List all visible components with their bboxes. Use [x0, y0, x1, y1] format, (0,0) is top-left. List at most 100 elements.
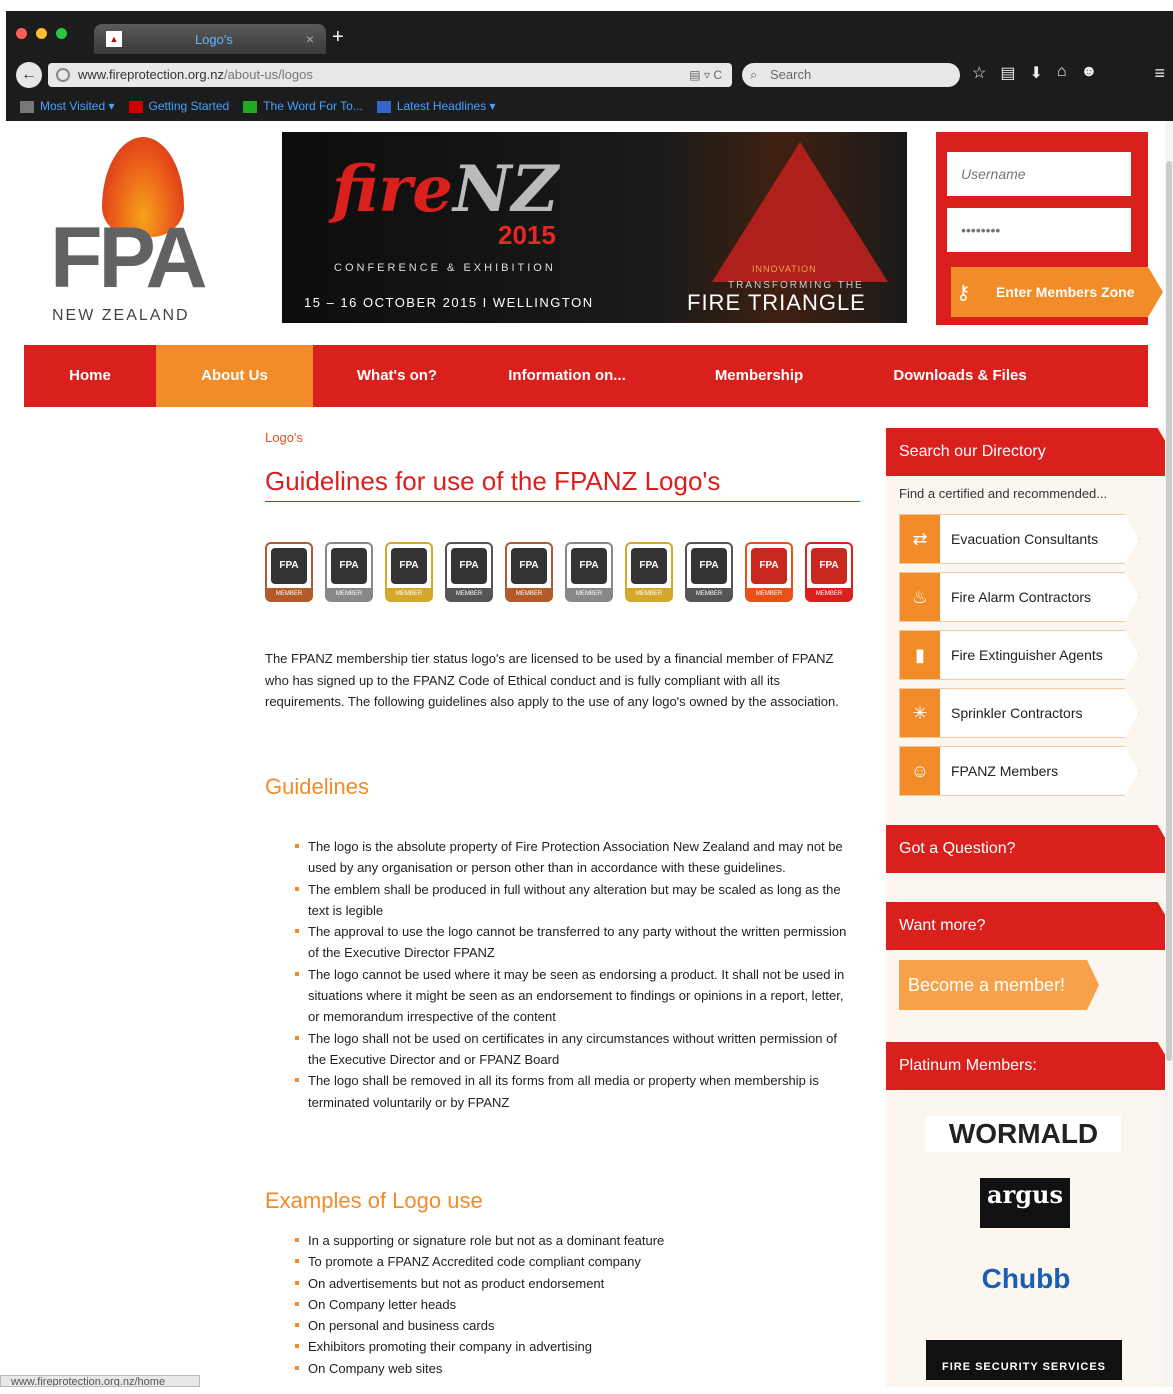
badge-label: MEMBER — [627, 588, 671, 600]
nav-membership[interactable]: Membership — [653, 345, 865, 407]
page-title: Guidelines for use of the FPANZ Logo's — [265, 466, 860, 502]
bookmark-item[interactable]: The Word For To... — [243, 99, 363, 113]
tab-title: Logo's — [194, 31, 233, 47]
guidelines-list: The logo is the absolute property of Fir… — [293, 836, 858, 1113]
list-item: The logo is the absolute property of Fir… — [293, 836, 858, 879]
become-member-button[interactable]: Become a member! — [899, 960, 1099, 1010]
password-input[interactable] — [947, 208, 1131, 252]
login-box: Enter Members Zone ⚷ — [936, 132, 1163, 325]
fpa-logo[interactable]: FPA NEW ZEALAND — [50, 137, 210, 324]
member-badge: FPA MEMBER — [625, 542, 673, 602]
search-directory-heading: Search our Directory — [886, 428, 1166, 476]
browser-search-input[interactable]: ⌕ Search — [742, 63, 960, 87]
chubb-logo[interactable]: Chubb — [976, 1264, 1076, 1304]
back-button[interactable]: ← — [16, 62, 42, 88]
banner-fire-text: fireNZ — [332, 152, 559, 227]
rss-icon — [376, 100, 391, 113]
search-icon: ⌕ — [750, 67, 758, 82]
badge-logo: FPA — [511, 548, 547, 584]
directory-fire-alarm[interactable]: ♨ Fire Alarm Contractors — [899, 572, 1139, 622]
tab-bar: ▲ Logo's × + — [6, 11, 1173, 54]
banner-date: 15 – 16 OCTOBER 2015 I WELLINGTON — [304, 295, 594, 310]
bookmark-page-icon — [243, 100, 258, 113]
directory-sprinkler[interactable]: ✳ Sprinkler Contractors — [899, 688, 1139, 738]
list-item: On Company web sites — [293, 1358, 858, 1379]
chat-icon[interactable]: ☻ — [1081, 63, 1098, 83]
browser-tab[interactable]: ▲ Logo's × — [94, 24, 326, 54]
list-item: The logo shall not be used on certificat… — [293, 1028, 858, 1071]
member-badge: FPA MEMBER — [445, 542, 493, 602]
badge-logo: FPA — [451, 548, 487, 584]
firefox-icon — [128, 100, 143, 113]
enter-members-zone-button[interactable]: Enter Members Zone — [951, 267, 1163, 317]
directory-members[interactable]: ☺ FPANZ Members — [899, 746, 1139, 796]
bookmark-folder-icon — [20, 100, 34, 113]
directory-label: Fire Extinguisher Agents — [951, 647, 1103, 663]
list-item: The logo shall be removed in all its for… — [293, 1070, 858, 1113]
bookmarks-list-icon[interactable]: ▤ — [1000, 63, 1015, 83]
badge-logo: FPA — [331, 548, 367, 584]
menu-icon[interactable]: ≡ — [1154, 63, 1165, 84]
banner-year: 2015 — [498, 220, 556, 250]
bookmark-star-icon[interactable]: ☆ — [972, 63, 986, 83]
member-badge: FPA MEMBER — [505, 542, 553, 602]
browser-toolbar: ← www.fireprotection.org.nz/about-us/log… — [6, 59, 1173, 89]
find-text: Find a certified and recommended... — [899, 486, 1108, 501]
site-header: FPA NEW ZEALAND fireNZ 2015 CONFERENCE &… — [6, 121, 1173, 345]
directory-label: Evacuation Consultants — [951, 531, 1099, 547]
got-a-question-heading[interactable]: Got a Question? — [886, 825, 1166, 873]
argus-logo[interactable]: argus — [980, 1178, 1070, 1228]
page-scrollbar[interactable] — [1165, 121, 1173, 1387]
browser-chrome: ▲ Logo's × + ← www.fireprotection.org.nz… — [6, 11, 1173, 121]
list-item: On personal and business cards — [293, 1315, 858, 1336]
url-domain: www.fireprotection.org.nz — [78, 67, 224, 82]
member-badge: FPA MEMBER — [745, 542, 793, 602]
badge-label: MEMBER — [507, 588, 551, 600]
nav-home[interactable]: Home — [24, 345, 156, 407]
bookmark-item[interactable]: Getting Started — [128, 99, 229, 113]
guidelines-heading: Guidelines — [265, 774, 369, 799]
badge-row: FPA MEMBER FPA MEMBER FPA MEMBER FPA MEMBER … — [265, 542, 853, 602]
main-nav: Home About Us What's on? Information on.… — [24, 345, 1148, 407]
close-window-button[interactable] — [16, 28, 27, 39]
reload-icon[interactable]: ▤ ▿ C — [689, 63, 722, 87]
platinum-members-heading: Platinum Members: — [886, 1042, 1166, 1090]
badge-label: MEMBER — [807, 588, 851, 600]
badge-label: MEMBER — [567, 588, 611, 600]
main-content: Logo's Guidelines for use of the FPANZ L… — [265, 430, 865, 1376]
badge-label: MEMBER — [447, 588, 491, 600]
url-bar[interactable]: www.fireprotection.org.nz/about-us/logos… — [48, 63, 732, 87]
window-controls[interactable] — [16, 28, 67, 39]
download-icon[interactable]: ⬇ — [1029, 63, 1042, 83]
list-item: The emblem shall be produced in full wit… — [293, 879, 858, 922]
nav-about-us[interactable]: About Us — [156, 345, 313, 407]
badge-logo: FPA — [811, 548, 847, 584]
nav-whats-on[interactable]: What's on? — [313, 345, 481, 407]
scrollbar-thumb[interactable] — [1166, 161, 1172, 1061]
bookmark-item[interactable]: Latest Headlines ▾ — [376, 99, 496, 113]
directory-label: Fire Alarm Contractors — [951, 589, 1092, 605]
zoom-window-button[interactable] — [56, 28, 67, 39]
search-placeholder: Search — [770, 67, 812, 82]
close-tab-icon[interactable]: × — [306, 31, 314, 47]
fire-security-services-logo[interactable]: FIRE SECURITY SERVICES — [926, 1340, 1122, 1380]
evacuation-arrows-icon: ⇄ — [900, 515, 940, 563]
intro-paragraph: The FPANZ membership tier status logo's … — [265, 651, 839, 709]
examples-list: In a supporting or signature role but no… — [293, 1230, 858, 1379]
list-item: On Company letter heads — [293, 1294, 858, 1315]
home-icon[interactable]: ⌂ — [1057, 63, 1067, 83]
nav-downloads[interactable]: Downloads & Files — [865, 345, 1055, 407]
minimize-window-button[interactable] — [36, 28, 47, 39]
badge-label: MEMBER — [387, 588, 431, 600]
nav-information[interactable]: Information on... — [481, 345, 653, 407]
conference-banner[interactable]: fireNZ 2015 CONFERENCE & EXHIBITION 15 –… — [282, 132, 907, 323]
directory-evacuation[interactable]: ⇄ Evacuation Consultants — [899, 514, 1139, 564]
wormald-logo[interactable]: WORMALD — [926, 1116, 1121, 1152]
new-tab-button[interactable]: + — [332, 26, 344, 49]
bookmark-item[interactable]: Most Visited ▾ — [20, 99, 115, 113]
members-icon: ☺ — [900, 747, 940, 795]
username-input[interactable] — [947, 152, 1131, 196]
breadcrumb[interactable]: Logo's — [265, 430, 865, 445]
directory-extinguisher[interactable]: ▮ Fire Extinguisher Agents — [899, 630, 1139, 680]
list-item: In a supporting or signature role but no… — [293, 1230, 858, 1251]
